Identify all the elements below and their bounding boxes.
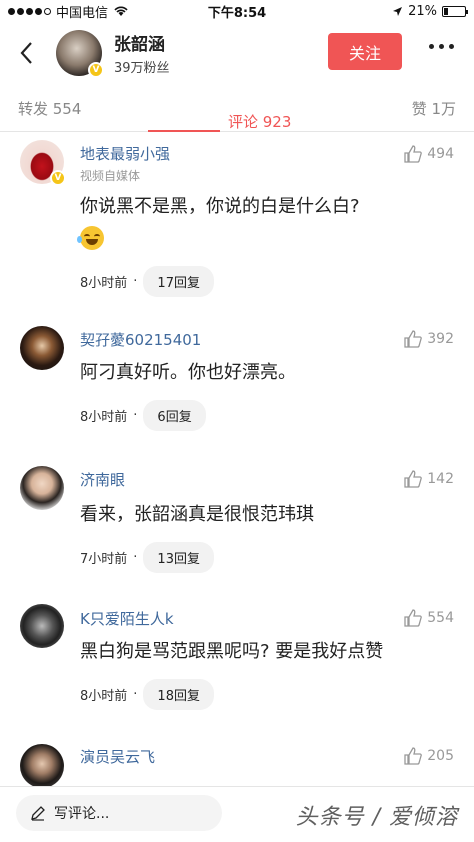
commenter-name[interactable]: K只爱陌生人k [80,608,456,629]
commenter-name[interactable]: 契孖薆60215401 [80,329,456,350]
laughing-emoji-icon [77,226,104,250]
separator-dot: · [133,687,138,702]
like-button[interactable]: 392 [403,329,454,349]
signal-icon [8,7,51,15]
comment-item: 演员吴云飞 205 [0,730,474,790]
location-icon [393,6,403,16]
avatar[interactable] [20,466,64,510]
thumbs-up-icon [404,609,423,627]
like-button[interactable]: 494 [403,144,454,164]
like-button[interactable]: 554 [403,608,454,628]
comment-time: 8小时前 [80,410,128,425]
comment-item: 契孖薆60215401 392 阿刁真好听。你也好漂亮。 8小时前 · 6回复 [0,312,474,452]
separator-dot: · [133,274,138,289]
replies-button[interactable]: 13回复 [143,542,214,573]
commenter-name[interactable]: 济南眼 [80,469,456,490]
wifi-icon [114,6,128,16]
like-count: 142 [427,471,454,487]
tab-like[interactable]: 赞 1万 [412,98,456,119]
thumbs-up-icon [404,470,423,488]
battery-percent: 21% [408,3,437,19]
avatar[interactable]: V [56,30,104,78]
carrier-label: 中国电信 [56,5,109,21]
profile-header: V 张韶涵 39万粉丝 关注 [0,22,474,84]
tab-comment[interactable]: 评论 923 [148,111,309,132]
pencil-icon [31,806,45,821]
comment-item: K只爱陌生人k 554 黑白狗是骂范跟黑呢吗? 要是我好点赞 8小时前 · 18… [0,590,474,730]
watermark: 头条号 / 爱倾溶 [295,805,458,830]
write-comment-input[interactable]: 写评论... [16,795,222,831]
like-count: 392 [427,331,454,347]
comment-text: 看来，张韶涵真是很恨范玮琪 [80,504,314,525]
like-count: 494 [427,146,454,162]
verified-badge-icon: V [88,62,104,78]
thumbs-up-icon [404,145,423,163]
comment-item: V 地表最弱小强 视频自媒体 494 你说黑不是黑，你说的白是什么白? 8小时前… [0,132,474,312]
avatar[interactable] [20,326,64,370]
bottom-bar: 写评论... 头条号 / 爱倾溶 [0,786,474,842]
profile-name[interactable]: 张韶涵 [114,30,170,55]
commenter-subtitle: 视频自媒体 [80,169,141,183]
comment-time: 8小时前 [80,276,128,291]
like-button[interactable]: 205 [403,746,454,766]
thumbs-up-icon [404,330,423,348]
commenter-name[interactable]: 演员吴云飞 [80,746,456,767]
replies-button[interactable]: 17回复 [143,266,214,297]
avatar[interactable]: V [20,140,66,186]
separator-dot: · [133,550,138,565]
tab-bar: 转发 554 评论 923 赞 1万 [0,84,474,132]
comment-item: 济南眼 142 看来，张韶涵真是很恨范玮琪 7小时前 · 13回复 [0,452,474,590]
comment-text: 黑白狗是骂范跟黑呢吗? 要是我好点赞 [80,641,384,662]
comment-time: 7小时前 [80,552,128,567]
like-button[interactable]: 142 [403,469,454,489]
thumbs-up-icon [404,747,423,765]
avatar[interactable] [20,744,64,788]
write-comment-placeholder: 写评论... [54,806,110,822]
follow-button[interactable]: 关注 [328,33,402,70]
status-bar: 中国电信 下午8:54 21% [0,0,474,22]
comment-text: 阿刁真好听。你也好漂亮。 [80,362,296,383]
replies-button[interactable]: 6回复 [143,400,206,431]
separator-dot: · [133,408,138,423]
replies-button[interactable]: 18回复 [143,679,214,710]
chevron-left-icon [20,42,32,64]
avatar[interactable] [20,604,64,648]
comment-list: V 地表最弱小强 视频自媒体 494 你说黑不是黑，你说的白是什么白? 8小时前… [0,132,474,790]
comment-text: 你说黑不是黑，你说的白是什么白? [80,196,360,217]
like-count: 205 [427,748,454,764]
more-options-icon[interactable] [429,44,454,49]
tab-repost[interactable]: 转发 554 [18,98,81,119]
back-button[interactable] [14,38,38,68]
like-count: 554 [427,610,454,626]
verified-badge-icon: V [50,170,66,186]
fans-count: 39万粉丝 [114,61,170,76]
battery-icon [442,5,468,17]
comment-time: 8小时前 [80,689,128,704]
commenter-name[interactable]: 地表最弱小强 [80,143,456,164]
